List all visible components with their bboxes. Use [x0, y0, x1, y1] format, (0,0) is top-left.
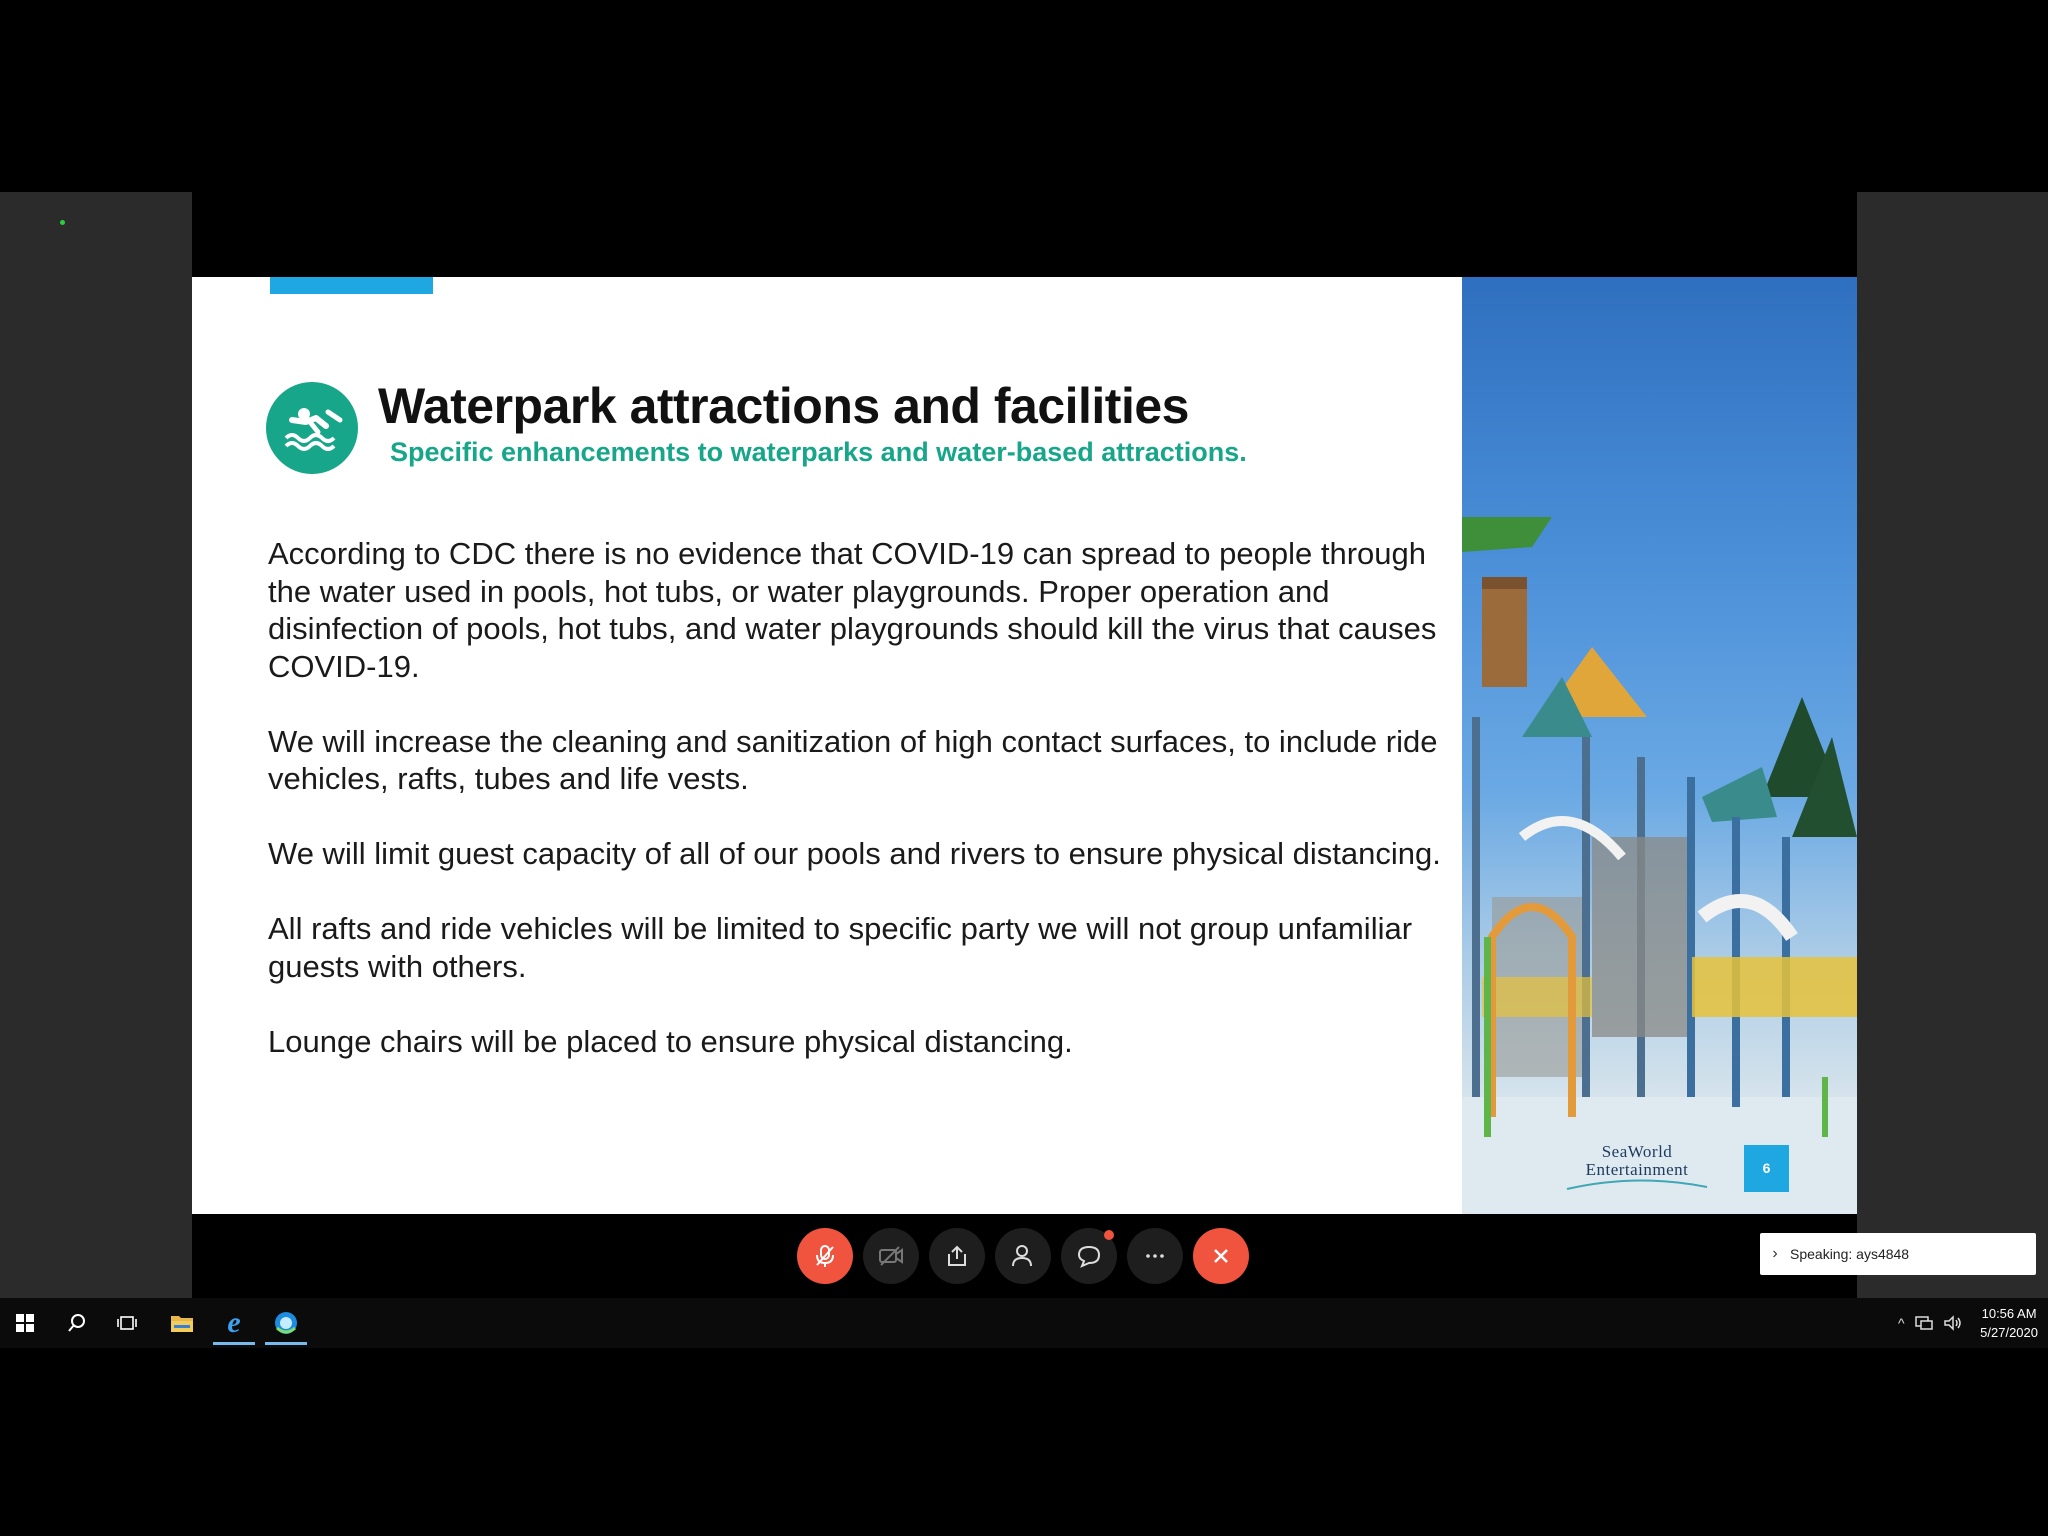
waterpark-photo: SeaWorld Entertainment — [1462, 277, 1857, 1214]
participants-icon — [1012, 1245, 1032, 1267]
network-icon[interactable] — [1914, 1315, 1933, 1331]
more-button[interactable] — [1127, 1228, 1183, 1284]
slide-paragraph: Lounge chairs will be placed to ensure p… — [268, 1023, 1073, 1059]
logo-line-2: Entertainment — [1585, 1160, 1689, 1179]
slide-paragraph: We will limit guest capacity of all of o… — [268, 836, 1441, 871]
presentation-slide: Waterpark attractions and facilities Spe… — [192, 277, 1857, 1214]
video-button[interactable] — [863, 1228, 919, 1284]
left-panel — [0, 192, 192, 1298]
active-speaker-text: Speaking: ays4848 — [1790, 1246, 1910, 1262]
volume-icon[interactable] — [1943, 1315, 1963, 1331]
status-indicator — [60, 220, 65, 225]
chat-icon — [1077, 1245, 1101, 1268]
chat-notification-dot — [1104, 1230, 1114, 1240]
video-off-icon — [879, 1246, 903, 1266]
share-button[interactable] — [929, 1228, 985, 1284]
seaworld-logo: SeaWorld Entertainment — [1562, 1143, 1712, 1179]
swimmer-icon — [266, 382, 358, 474]
leave-button[interactable] — [1193, 1228, 1249, 1284]
slide-paragraph: We will increase the cleaning and saniti… — [268, 723, 1438, 797]
file-explorer-icon[interactable] — [157, 1298, 207, 1348]
clock-date: 5/27/2020 — [1980, 1325, 2038, 1340]
page-number-badge: 6 — [1744, 1145, 1789, 1192]
slide-paragraph: According to CDC there is no evidence th… — [268, 536, 1437, 684]
task-view-icon[interactable] — [102, 1298, 152, 1348]
chevron-up-icon[interactable]: ^ — [1898, 1315, 1905, 1331]
system-clock[interactable]: 10:56 AM 5/27/2020 — [1980, 1304, 2038, 1342]
more-icon — [1146, 1254, 1164, 1258]
webex-icon[interactable] — [261, 1298, 311, 1348]
logo-line-1: SeaWorld — [1601, 1142, 1673, 1161]
slide-subtitle: Specific enhancements to waterparks and … — [390, 437, 1247, 467]
windows-start-icon[interactable] — [0, 1298, 50, 1348]
right-panel — [1857, 192, 2048, 1298]
slide-title: Waterpark attractions and facilities — [378, 378, 1189, 434]
chevron-right-icon[interactable]: › — [1760, 1245, 1790, 1263]
active-speaker-toast[interactable]: › Speaking: ays4848 — [1760, 1233, 2036, 1275]
slide-paragraph: All rafts and ride vehicles will be limi… — [268, 911, 1413, 984]
windows-taskbar: e ^ 10:56 AM 5/27/2020 — [0, 1298, 2048, 1348]
participants-button[interactable] — [995, 1228, 1051, 1284]
close-icon — [1214, 1249, 1228, 1263]
clock-time: 10:56 AM — [1981, 1306, 2037, 1321]
share-icon — [948, 1245, 966, 1266]
system-tray: ^ — [1898, 1298, 1963, 1348]
slide-body: According to CDC there is no evidence th… — [268, 535, 1448, 1098]
mute-button[interactable] — [797, 1228, 853, 1284]
microphone-muted-icon — [816, 1245, 834, 1267]
search-icon[interactable] — [52, 1298, 102, 1348]
internet-explorer-icon[interactable]: e — [209, 1298, 259, 1348]
slide-accent-bar — [270, 277, 433, 294]
